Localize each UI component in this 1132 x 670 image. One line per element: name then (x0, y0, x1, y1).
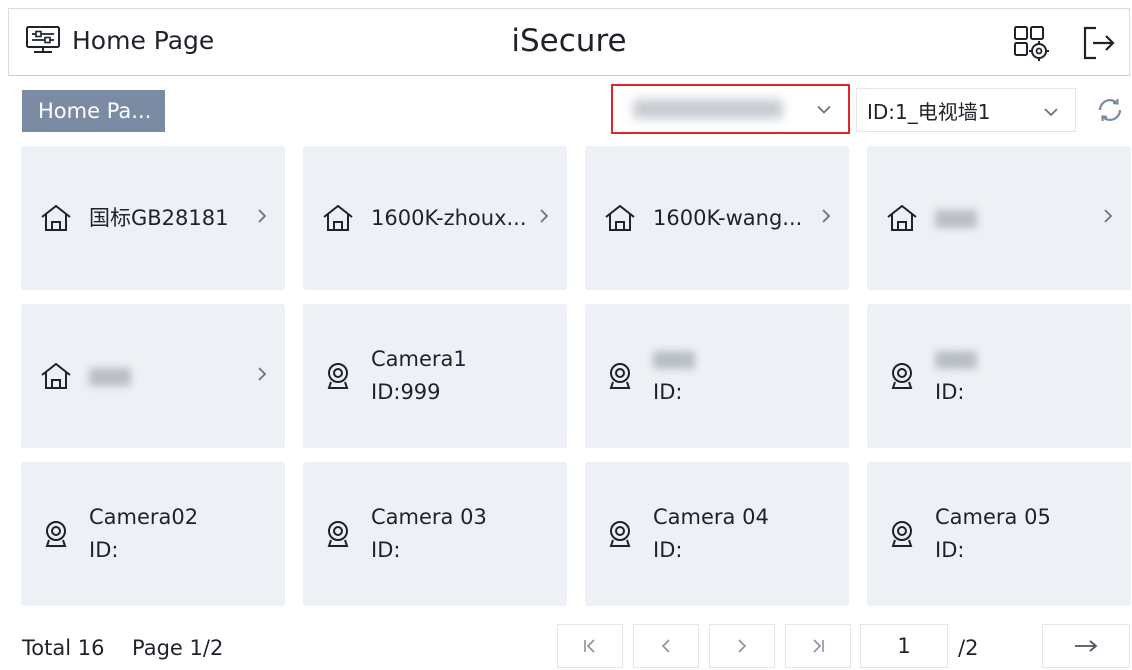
grid-settings-icon[interactable] (1011, 23, 1051, 63)
chevron-down-icon (1043, 98, 1059, 122)
camera-name: Camera 04 (653, 505, 769, 529)
house-icon (39, 201, 73, 235)
folder-card[interactable]: 1600K-wang... (585, 146, 849, 290)
folder-label (89, 363, 131, 389)
logout-icon[interactable] (1079, 23, 1119, 63)
server-select[interactable] (611, 84, 850, 134)
camera-info: ID: (653, 343, 695, 409)
camera-icon (39, 517, 73, 551)
first-page-button[interactable] (557, 624, 623, 668)
folder-card[interactable] (21, 304, 285, 448)
camera-name (935, 343, 977, 376)
breadcrumb-home[interactable]: Home Pa... (22, 90, 165, 132)
folder-label: 1600K-wang... (653, 206, 803, 230)
camera-name (653, 343, 695, 376)
refresh-icon[interactable] (1092, 92, 1128, 128)
folder-card[interactable] (867, 146, 1131, 290)
camera-id: ID: (653, 380, 683, 404)
video-wall-value: ID:1_电视墙1 (867, 99, 991, 124)
redacted-text (935, 210, 977, 228)
house-icon (885, 201, 919, 235)
page-total-label: /2 (958, 636, 979, 660)
camera-id: ID: (935, 380, 965, 404)
camera-icon (321, 359, 355, 393)
camera-card[interactable]: ID: (585, 304, 849, 448)
house-icon (603, 201, 637, 235)
house-icon (39, 359, 73, 393)
camera-name: Camera 03 (371, 505, 487, 529)
chevron-right-icon (821, 208, 831, 228)
camera-info: Camera 04 ID: (653, 501, 769, 567)
camera-info: Camera 03 ID: (371, 501, 487, 567)
page-number-input[interactable] (860, 624, 948, 668)
camera-id: ID: (89, 538, 119, 562)
camera-card[interactable]: ID: (867, 304, 1131, 448)
prev-page-button[interactable] (633, 624, 699, 668)
redacted-text (89, 368, 131, 386)
device-grid: 国标GB28181 1600K-zhoux... 1600K-wang... Came… (21, 146, 1131, 608)
page-indicator: Page 1/2 (132, 636, 224, 660)
folder-card[interactable]: 1600K-zhoux... (303, 146, 567, 290)
camera-icon (603, 517, 637, 551)
video-wall-select[interactable]: ID:1_电视墙1 (856, 88, 1076, 132)
camera-card[interactable]: Camera1 ID:999 (303, 304, 567, 448)
redacted-text (653, 351, 695, 369)
chevron-down-icon (816, 100, 832, 119)
folder-label: 国标GB28181 (89, 206, 229, 230)
redacted-text (935, 351, 977, 369)
camera-icon (603, 359, 637, 393)
camera-id: ID: (653, 538, 683, 562)
camera-info: Camera 05 ID: (935, 501, 1051, 567)
camera-icon (885, 359, 919, 393)
house-icon (321, 201, 355, 235)
camera-id: ID: (371, 538, 401, 562)
camera-id: ID: (935, 538, 965, 562)
camera-name: Camera02 (89, 505, 199, 529)
camera-icon (885, 517, 919, 551)
home-page-label[interactable]: Home Page (72, 25, 214, 57)
camera-info: Camera1 ID:999 (371, 343, 467, 409)
camera-card[interactable]: Camera 03 ID: (303, 462, 567, 606)
camera-card[interactable]: Camera 04 ID: (585, 462, 849, 606)
app-header: Home Page iSecure (8, 8, 1130, 76)
camera-card[interactable]: Camera02 ID: (21, 462, 285, 606)
go-to-page-button[interactable] (1042, 624, 1130, 668)
camera-name: Camera 05 (935, 505, 1051, 529)
camera-info: Camera02 ID: (89, 501, 198, 567)
chevron-right-icon (1103, 208, 1113, 228)
camera-name: Camera1 (371, 347, 467, 371)
camera-id: ID:999 (371, 380, 441, 404)
server-value-redacted (633, 99, 783, 119)
camera-info: ID: (935, 343, 977, 409)
folder-label (935, 205, 977, 231)
last-page-button[interactable] (785, 624, 851, 668)
folder-label: 1600K-zhoux... (371, 206, 527, 230)
camera-card[interactable]: Camera 05 ID: (867, 462, 1131, 606)
folder-card[interactable]: 国标GB28181 (21, 146, 285, 290)
total-count: Total 16 (22, 636, 105, 660)
chevron-right-icon (539, 208, 549, 228)
chevron-right-icon (257, 366, 267, 386)
next-page-button[interactable] (709, 624, 775, 668)
camera-icon (321, 517, 355, 551)
chevron-right-icon (257, 208, 267, 228)
monitor-icon[interactable] (25, 25, 61, 55)
